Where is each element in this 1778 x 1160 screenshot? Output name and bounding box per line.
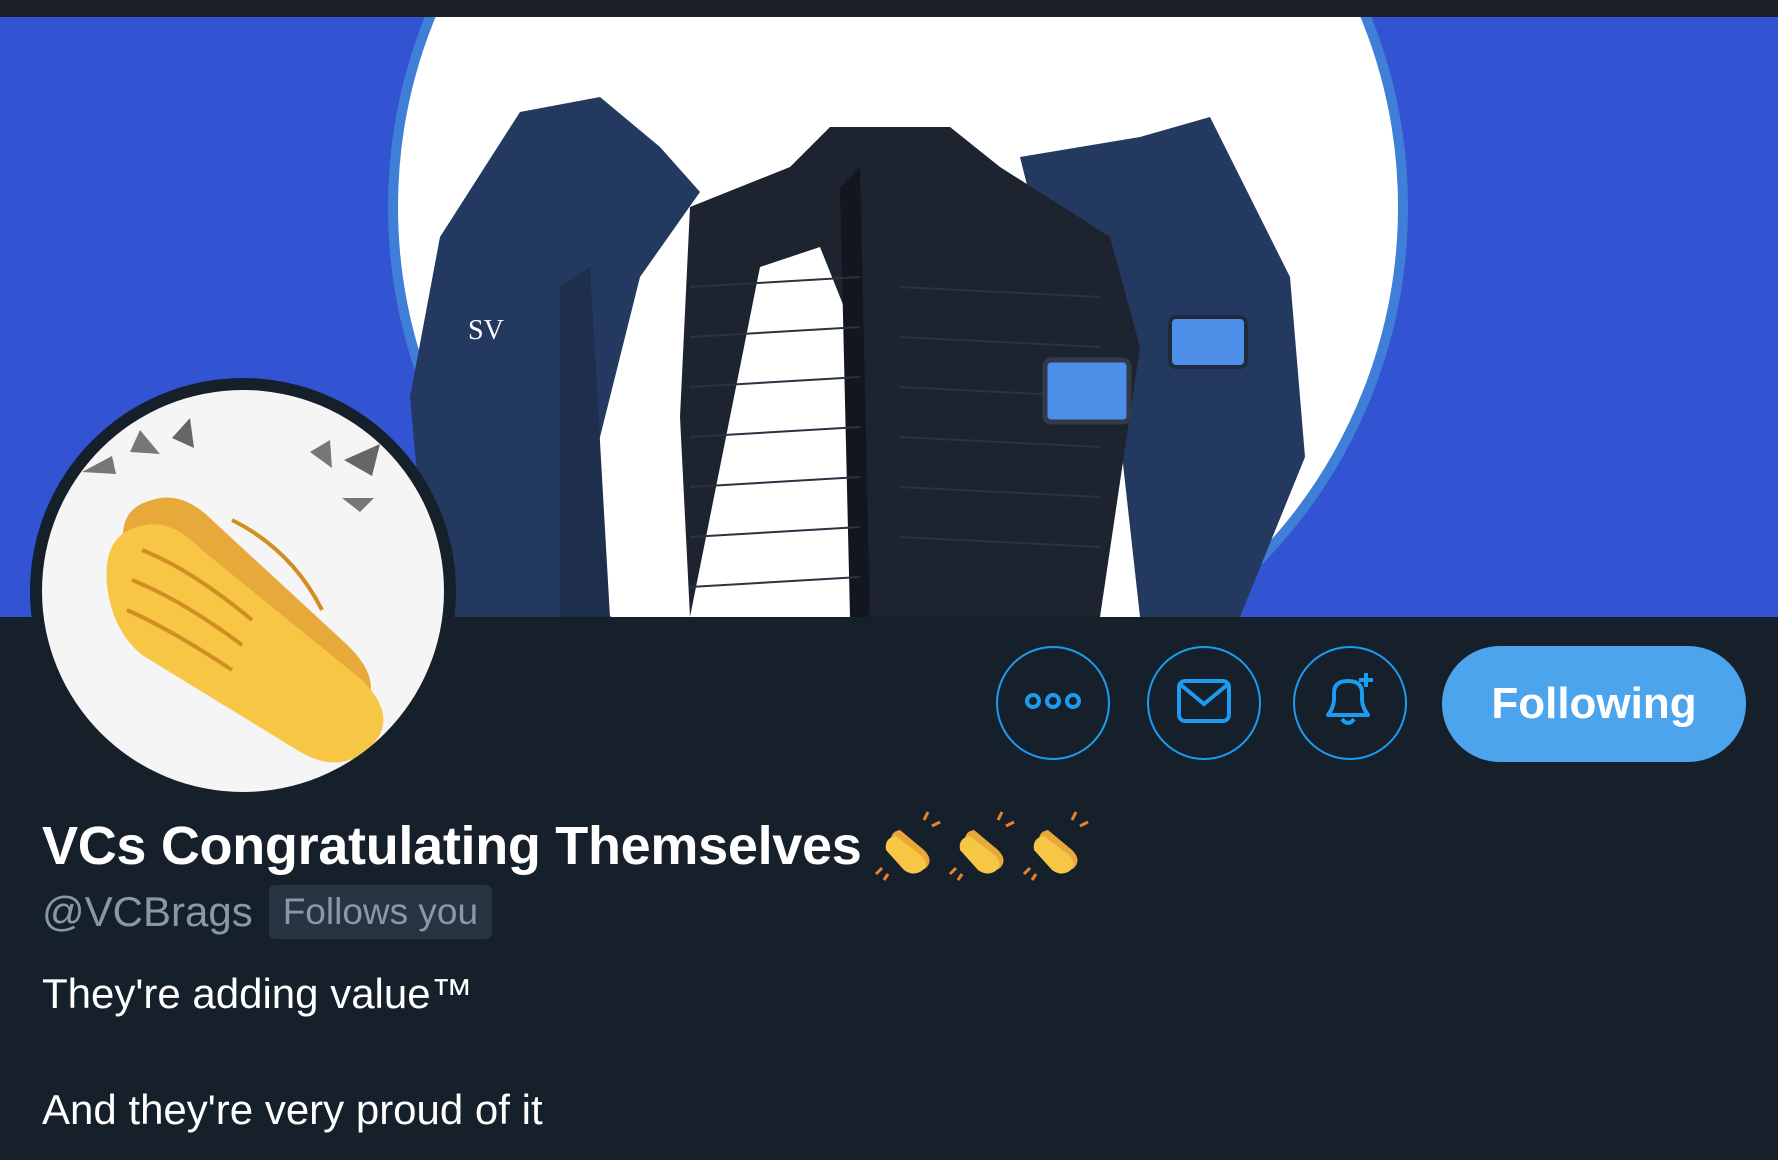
notifications-button[interactable] — [1293, 646, 1407, 760]
profile-avatar[interactable] — [30, 378, 456, 804]
vest-logo-text: SV — [468, 315, 504, 346]
more-options-button[interactable] — [996, 646, 1110, 760]
clap-emoji-icon — [1022, 811, 1089, 881]
bio-line: And they're very proud of it — [42, 1086, 543, 1133]
bell-plus-icon — [1318, 669, 1382, 738]
profile-handle-row: @VCBrags Follows you — [42, 884, 493, 940]
profile-name-row: VCs Congratulating Themselves — [42, 810, 1094, 882]
clap-emoji-icon — [874, 811, 941, 881]
following-button[interactable]: Following — [1442, 646, 1746, 762]
follows-you-badge: Follows you — [268, 885, 493, 939]
bio-line: They're adding value™ — [42, 970, 473, 1017]
message-button[interactable] — [1147, 646, 1261, 760]
clap-emoji-icon — [948, 811, 1015, 881]
name-emoji-group — [874, 810, 1094, 882]
avatar-image — [42, 390, 444, 792]
center-badge — [1042, 357, 1132, 425]
display-name: VCs Congratulating Themselves — [42, 816, 862, 876]
username-handle: @VCBrags — [42, 888, 253, 935]
window-top-strip — [0, 0, 1778, 17]
clap-avatar-icon — [82, 418, 384, 763]
right-badge — [1168, 315, 1248, 369]
more-horizontal-icon — [1023, 691, 1083, 716]
envelope-icon — [1176, 678, 1232, 729]
